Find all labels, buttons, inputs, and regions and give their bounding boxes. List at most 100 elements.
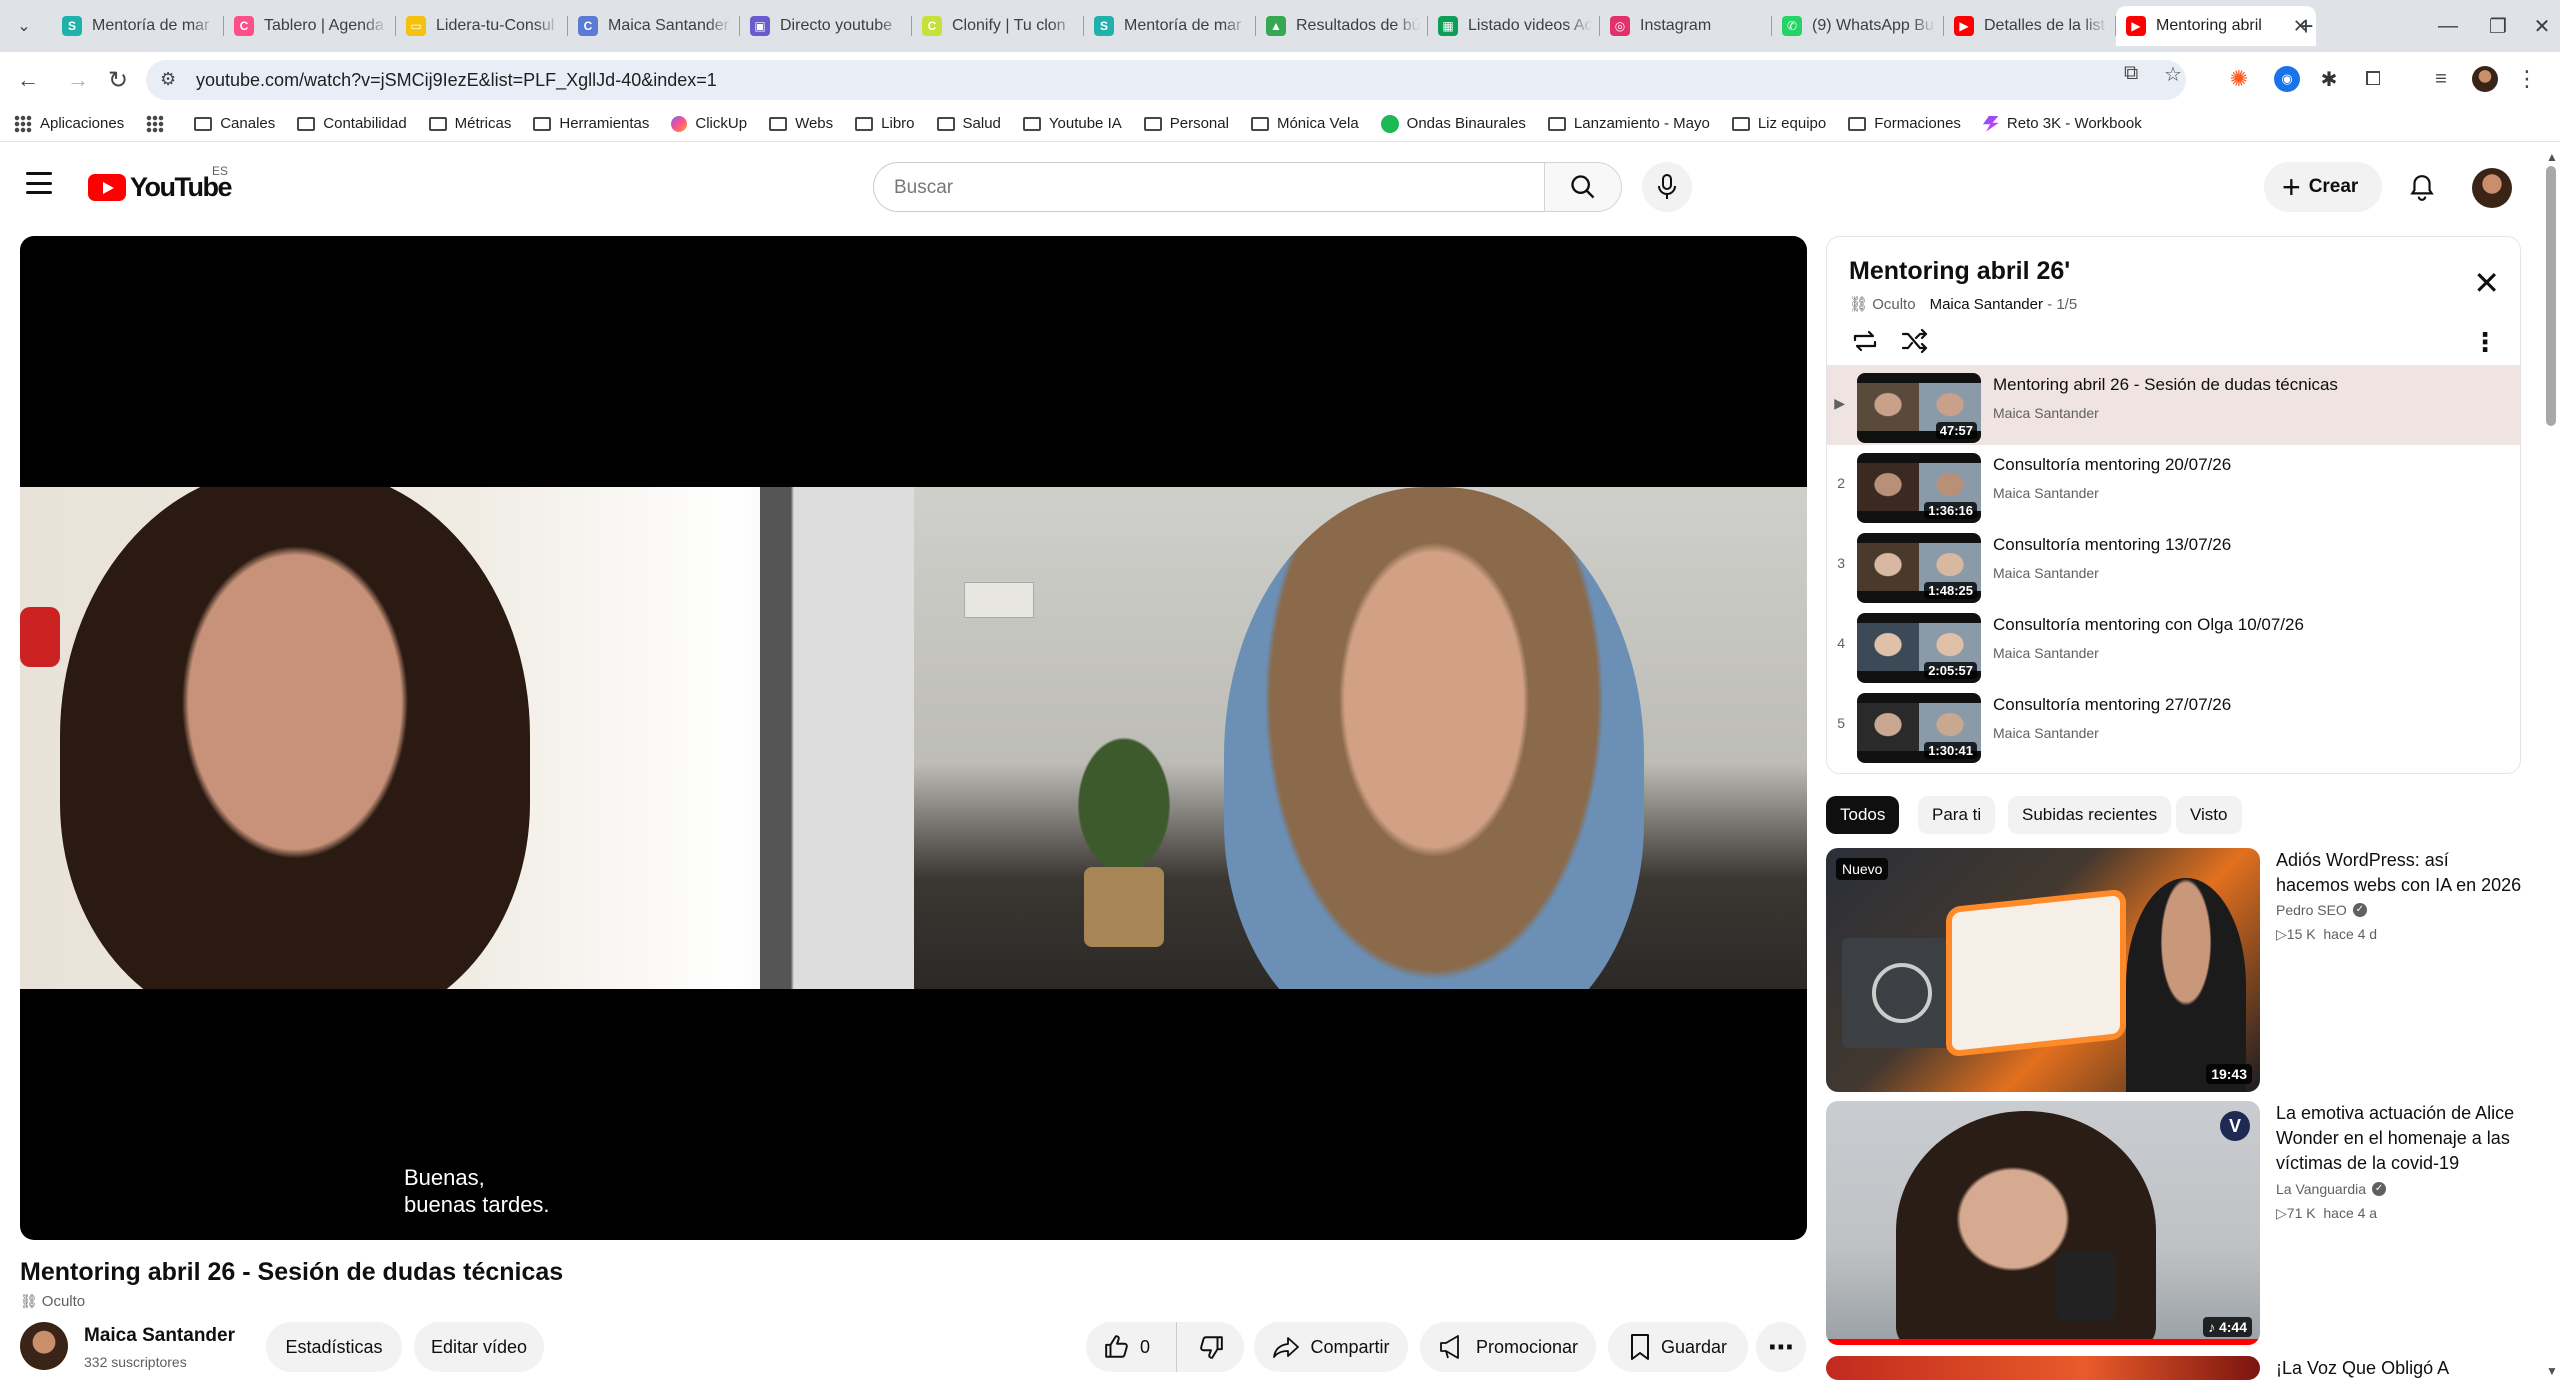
recommendation-card[interactable]: ¡La Voz Que Obligó A Alejandro [1826,1356,2526,1380]
stats-button[interactable]: Estadísticas [266,1322,402,1372]
playlist-item[interactable]: 2 1:36:16 Consultoría mentoring 20/07/26 Ma… [1827,445,2520,525]
promote-button[interactable]: Promocionar [1420,1322,1596,1372]
browser-tab[interactable]: C Clonify | Tu clon [912,6,1084,46]
filter-chip[interactable]: Subidas recientes [2008,796,2172,834]
create-button[interactable]: + Crear [2264,162,2382,212]
bookmark-item[interactable]: Aplicaciones [14,114,124,133]
playlist-title[interactable]: Mentoring abril 26' [1849,257,2070,286]
dislike-button[interactable] [1176,1322,1244,1372]
browser-tab[interactable]: S Mentoría de mar [1084,6,1256,46]
browser-menu-icon[interactable]: ⋮ [2514,66,2540,92]
browser-tab[interactable]: ▲ Resultados de bú [1256,6,1428,46]
edit-video-button[interactable]: Editar vídeo [414,1322,544,1372]
scroll-up-icon[interactable]: ▲ [2546,150,2558,164]
browser-tab[interactable]: ◎ Instagram [1600,6,1772,46]
install-app-icon[interactable]: ⧉ [2124,62,2138,85]
bookmark-item[interactable]: ClickUp [671,115,747,132]
browser-tab[interactable]: ▶ Mentoring abril ✕ [2116,6,2316,46]
back-icon[interactable]: ← [12,64,44,96]
bookmark-item[interactable]: Salud [936,115,1001,132]
account-avatar[interactable] [2472,168,2512,208]
notifications-button[interactable] [2402,168,2442,208]
bookmark-item[interactable]: Reto 3K - Workbook [1982,115,2142,132]
scroll-down-icon[interactable]: ▼ [2546,1364,2558,1378]
search-button[interactable] [1544,162,1622,212]
browser-tab[interactable]: ✆ (9) WhatsApp Bu [1772,6,1944,46]
playlist-owner[interactable]: Maica Santander [1930,296,2043,313]
bookmark-item[interactable]: Liz equipo [1731,115,1826,132]
new-tab-button[interactable]: + [2290,10,2322,42]
playlist-item-title[interactable]: Consultoría mentoring con Olga 10/07/26 [1993,615,2304,635]
bookmark-item[interactable]: Libro [855,115,915,132]
youtube-logo[interactable]: YouTube [88,172,232,203]
share-button[interactable]: Compartir [1254,1322,1408,1372]
url-text[interactable]: youtube.com/watch?v=jSMCij9IezE&list=PLF… [196,70,717,91]
filter-chip[interactable]: Visto [2176,796,2242,834]
close-window-icon[interactable]: ✕ [2510,0,2560,52]
site-info-icon[interactable]: ⚙ [160,69,176,90]
browser-tab[interactable]: ▭ Lidera-tu-Consul [396,6,568,46]
guide-menu-icon[interactable] [26,172,52,194]
extensions-puzzle-icon[interactable]: ⧠ [2360,66,2386,92]
rec-title[interactable]: Adiós WordPress: así hacemos webs con IA… [2276,848,2526,898]
bookmark-item[interactable]: Youtube IA [1022,115,1122,132]
bookmark-item[interactable]: Contabilidad [297,115,407,132]
playlist-item[interactable]: ▶ 47:57 Mentoring abril 26 - Sesión de dud… [1827,365,2520,445]
browser-tab[interactable]: S Mentoría de mar [52,6,224,46]
save-button[interactable]: Guardar [1608,1322,1748,1372]
channel-name[interactable]: Maica Santander [84,1325,235,1347]
browser-tab[interactable]: C Maica Santander [568,6,740,46]
video-player[interactable]: Buenas, buenas tardes. [20,236,1807,1240]
rec-title[interactable]: La emotiva actuación de Alice Wonder en … [2276,1101,2526,1176]
playlist-item-title[interactable]: Consultoría mentoring 13/07/26 [1993,535,2231,555]
bookmark-item[interactable]: Personal [1143,115,1229,132]
playlist-item[interactable]: 4 2:05:57 Consultoría mentoring con Olga 1… [1827,605,2520,685]
bookmark-item[interactable] [146,114,172,133]
profile-avatar[interactable] [2472,66,2498,92]
rec-thumbnail[interactable]: V ♪ 4:44 [1826,1101,2260,1345]
channel-avatar[interactable] [20,1322,68,1370]
close-playlist-icon[interactable]: ✕ [2473,267,2500,299]
playlist-more-icon[interactable]: ⋮ [2472,327,2498,358]
playlist-item-title[interactable]: Consultoría mentoring 20/07/26 [1993,455,2231,475]
search-input[interactable]: Buscar [873,162,1545,212]
voice-search-button[interactable] [1642,162,1692,212]
address-bar[interactable]: ⚙ youtube.com/watch?v=jSMCij9IezE&list=P… [146,60,2186,100]
rec-thumbnail[interactable]: Nuevo 19:43 [1826,848,2260,1092]
browser-tab[interactable]: ▣ Directo youtube [740,6,912,46]
recommendation-card[interactable]: Nuevo 19:43 Adiós WordPress: así hacemos… [1826,848,2526,1092]
more-actions-icon[interactable]: ⋯ [1756,1322,1806,1372]
like-button[interactable]: 0 [1086,1322,1176,1372]
bookmark-item[interactable]: Lanzamiento - Mayo [1547,115,1710,132]
browser-tab[interactable]: C Tablero | Agenda [224,6,396,46]
rec-thumbnail[interactable] [1826,1356,2260,1380]
filter-chip[interactable]: Todos [1826,796,1900,834]
browser-tab[interactable]: ▦ Listado videos Ac [1428,6,1600,46]
rec-channel[interactable]: Pedro SEO ✓ [2276,902,2367,918]
extension-blue-icon[interactable]: ◉ [2274,66,2300,92]
playlist-item[interactable]: 3 1:48:25 Consultoría mentoring 13/07/26 Ma… [1827,525,2520,605]
filter-chip[interactable]: Para ti [1918,796,1996,834]
scroll-thumb[interactable] [2546,166,2556,426]
bookmark-item[interactable]: Formaciones [1848,115,1961,132]
extension-sun-icon[interactable]: ✺ [2226,66,2252,92]
browser-tab[interactable]: ▶ Detalles de la list [1944,6,2116,46]
bookmark-item[interactable]: Canales [194,115,275,132]
bookmark-item[interactable]: Ondas Binaurales [1380,114,1526,133]
playlist-item-thumbnail[interactable]: 1:36:16 [1857,453,1981,523]
playlist-item-title[interactable]: Mentoring abril 26 - Sesión de dudas téc… [1993,375,2338,395]
bookmark-star-icon[interactable]: ☆ [2164,62,2182,87]
reload-icon[interactable]: ↻ [102,64,134,96]
loop-icon[interactable] [1847,323,1883,359]
bookmark-item[interactable]: Métricas [428,115,511,132]
rec-channel[interactable]: La Vanguardia ✓ [2276,1181,2387,1197]
bookmark-item[interactable]: Herramientas [533,115,649,132]
forward-icon[interactable]: → [62,64,94,96]
shuffle-icon[interactable] [1897,323,1933,359]
playlist-item-thumbnail[interactable]: 1:30:41 [1857,693,1981,763]
tab-search-icon[interactable]: ⌄ [10,12,38,40]
rec-title[interactable]: ¡La Voz Que Obligó A Alejandro [2276,1356,2526,1380]
playlist-item[interactable]: 5 1:30:41 Consultoría mentoring 27/07/26 Ma… [1827,685,2520,765]
playlist-item-title[interactable]: Consultoría mentoring 27/07/26 [1993,695,2231,715]
bookmark-item[interactable]: Mónica Vela [1250,115,1359,132]
